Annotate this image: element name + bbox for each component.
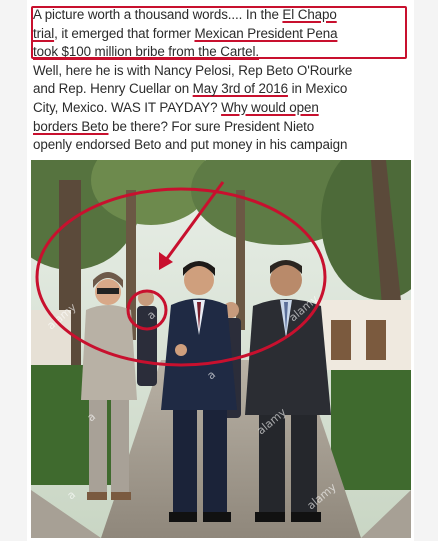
caption-line-4: Well, here he is with Nancy Pelosi, Rep … xyxy=(33,62,353,78)
highlight-box xyxy=(31,6,407,59)
caption-text: and Rep. Henry Cuellar on xyxy=(33,81,193,97)
caption-underlined-text: borders Beto xyxy=(33,118,109,134)
hedge-right xyxy=(331,370,411,490)
caption-line-6: City, Mexico. WAS IT PAYDAY? Why would o… xyxy=(33,99,413,118)
caption-line-7: borders Beto be there? For sure Presiden… xyxy=(33,118,413,137)
caption-text: City, Mexico. WAS IT PAYDAY? xyxy=(33,99,222,115)
caption-text: be there? For sure President Nieto xyxy=(108,118,315,134)
news-photo: alamy a alamy a alamy a a alamy xyxy=(31,160,411,538)
caption-underlined-text: May 3rd of 2016 xyxy=(192,81,288,97)
caption-text: in Mexico xyxy=(287,81,348,97)
photo-illustration: alamy a alamy a alamy a a alamy xyxy=(31,160,411,538)
caption-underlined-text: Why would open xyxy=(221,99,319,115)
caption-line-5: and Rep. Henry Cuellar on May 3rd of 201… xyxy=(33,80,413,99)
caption-line-8: openly endorsed Beto and put money in hi… xyxy=(33,137,348,153)
